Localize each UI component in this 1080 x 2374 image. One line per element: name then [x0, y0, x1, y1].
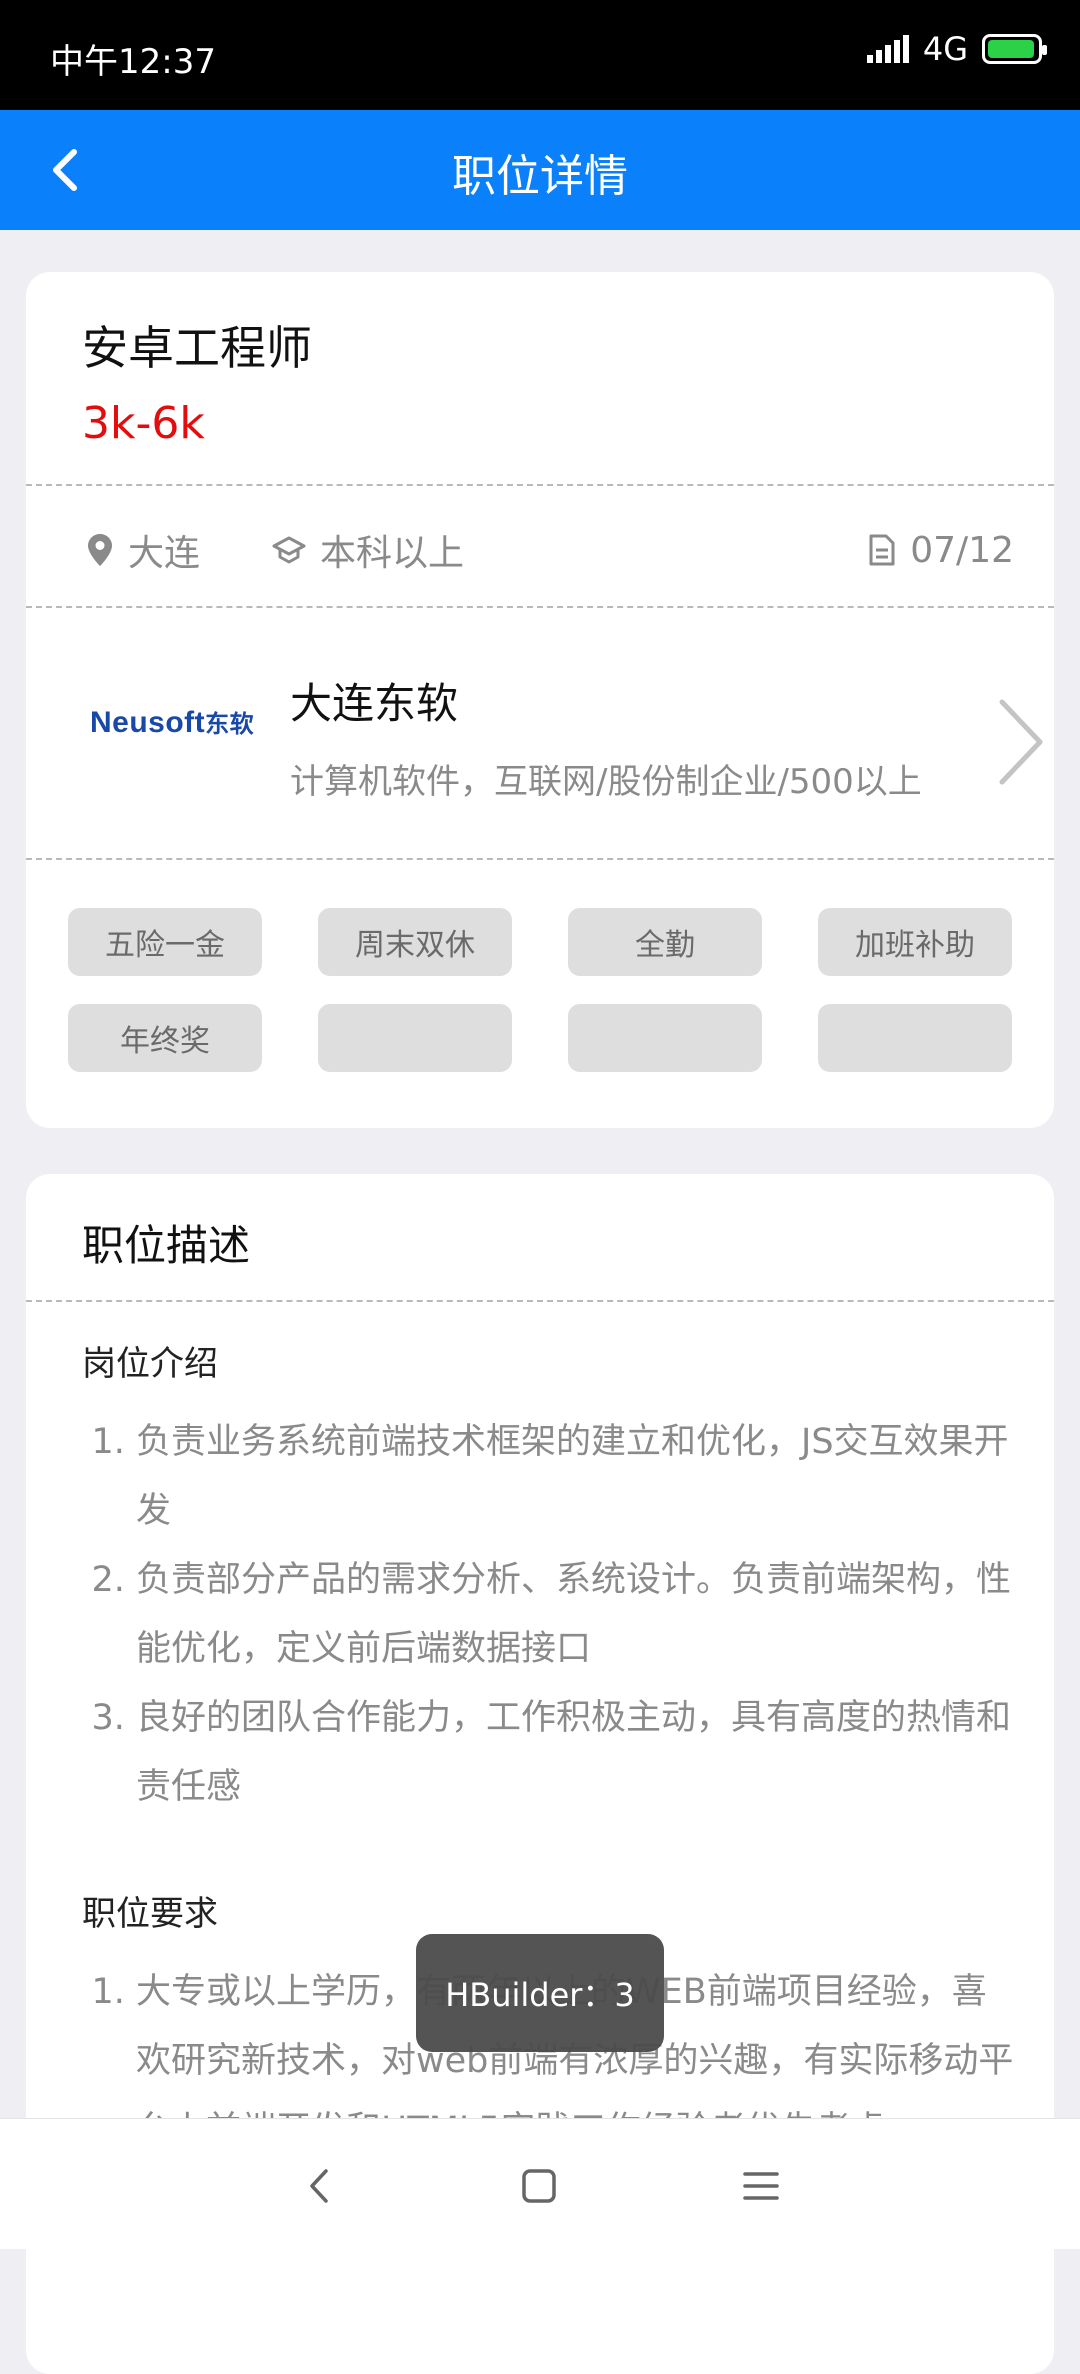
section-title: 职位描述 — [82, 1221, 251, 1270]
job-salary: 3k-6k — [82, 398, 205, 449]
intro-title: 岗位介绍 — [82, 1344, 218, 1384]
requirement-title: 职位要求 — [82, 1894, 218, 1934]
page-title: 职位详情 — [452, 151, 628, 202]
benefit-tag: 全勤 — [568, 908, 762, 976]
home-icon[interactable] — [514, 2161, 564, 2211]
status-bar: 中午12:37 4G — [0, 0, 1080, 110]
benefit-tag: 加班补助 — [818, 908, 1012, 976]
company-description: 计算机软件，互联网/股份制企业/500以上 — [290, 762, 922, 802]
network-type: 4G — [922, 30, 968, 68]
education-text: 本科以上 — [320, 533, 465, 574]
list-item: 负责业务系统前端技术框架的建立和优化，JS交互效果开发 — [136, 1408, 1016, 1546]
benefit-tag: 五险一金 — [68, 908, 262, 976]
top-navbar: 职位详情 — [0, 110, 1080, 230]
job-date: 07/12 — [868, 520, 1014, 580]
graduation-cap-icon — [272, 536, 306, 564]
benefit-tag: 年终奖 — [68, 1004, 262, 1072]
location-pin-icon — [88, 534, 112, 566]
battery-icon — [982, 34, 1047, 64]
divider — [26, 858, 1054, 860]
job-education: 本科以上 — [272, 520, 464, 580]
company-name[interactable]: 大连东软 — [290, 670, 458, 731]
toast-message: HBuilder：3 — [416, 1934, 664, 2052]
benefit-tag — [568, 1004, 762, 1072]
job-location: 大连 — [86, 520, 200, 580]
date-text: 07/12 — [910, 529, 1014, 571]
benefit-tag — [318, 1004, 512, 1072]
benefit-tag — [818, 1004, 1012, 1072]
location-text: 大连 — [128, 533, 201, 574]
status-time: 中午12:37 — [50, 42, 216, 82]
job-summary-card: 安卓工程师 3k-6k 大连 本科以上 07/12 Neusoft东软 大连东软… — [26, 272, 1054, 1128]
signal-icon — [866, 35, 909, 63]
chevron-right-icon[interactable] — [996, 692, 1046, 792]
job-title: 安卓工程师 — [82, 321, 312, 375]
system-nav-bar — [0, 2118, 1080, 2249]
list-item: 良好的团队合作能力，工作积极主动，具有高度的热情和责任感 — [136, 1684, 1016, 1822]
menu-icon[interactable] — [736, 2161, 786, 2211]
document-icon — [869, 534, 895, 566]
intro-list: 负责业务系统前端技术框架的建立和优化，JS交互效果开发 负责部分产品的需求分析、… — [82, 1408, 1016, 1822]
back-icon[interactable] — [294, 2161, 344, 2211]
divider — [26, 606, 1054, 608]
divider — [26, 484, 1054, 486]
divider — [26, 1300, 1054, 1302]
company-logo: Neusoft东软 — [90, 706, 255, 739]
list-item: 负责部分产品的需求分析、系统设计。负责前端架构，性能优化，定义前后端数据接口 — [136, 1546, 1016, 1684]
benefit-tag: 周末双休 — [318, 908, 512, 976]
